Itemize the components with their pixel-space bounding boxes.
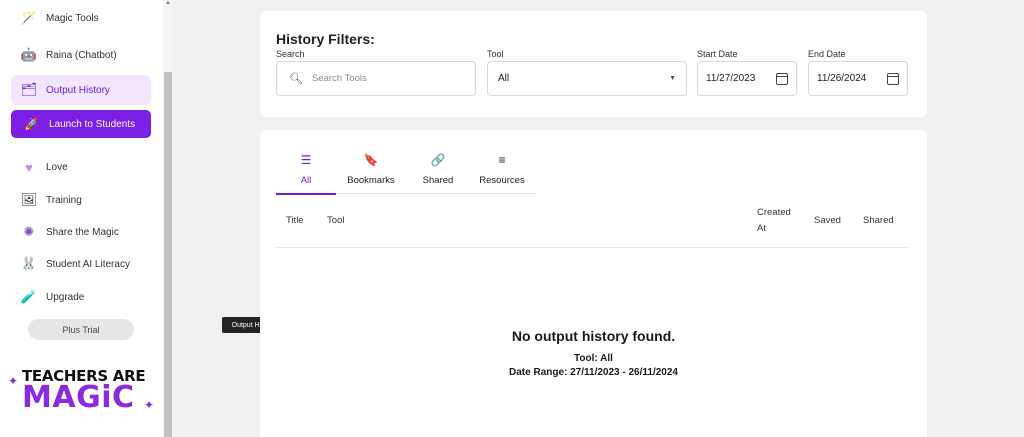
filters-title: History Filters: (276, 31, 375, 47)
list-icon: ☰ (300, 153, 312, 167)
wand-tools-icon: 🪄 (20, 10, 38, 25)
column-header-shared: Shared (863, 215, 894, 226)
chevron-down-icon: ▼ (669, 75, 676, 82)
bunny-icon: 🐰 (20, 256, 38, 271)
search-label: Search (276, 49, 305, 59)
column-header-title: Title (286, 215, 304, 226)
results-card: ☰ All 🔖 Bookmarks 🔗 Shared ≡ Resources T… (260, 130, 927, 437)
sidebar-item-training[interactable]: 🖼 Training (11, 185, 151, 215)
history-tabs: ☰ All 🔖 Bookmarks 🔗 Shared ≡ Resources (276, 152, 536, 195)
sidebar-item-label: Training (46, 194, 82, 206)
tab-label: Resources (479, 175, 525, 186)
sidebar-item-student-ai-literacy[interactable]: 🐰 Student AI Literacy (11, 249, 151, 279)
column-header-saved: Saved (814, 215, 841, 226)
tool-select-value: All (498, 73, 510, 84)
robot-icon: 🤖 (20, 47, 38, 62)
empty-state-tool: Tool: All (574, 353, 613, 364)
search-input[interactable] (311, 73, 462, 84)
sparkle-icon: ✦ (144, 398, 155, 412)
bookmark-icon: 🔖 (363, 153, 379, 167)
empty-state-title: No output history found. (511, 328, 676, 344)
potion-icon: 🧪 (20, 289, 38, 304)
scroll-up-arrow-icon[interactable]: ▲ (165, 0, 171, 6)
sidebar-item-output-history[interactable]: 🗂 Output History (11, 75, 151, 105)
search-field[interactable]: 🔍︎ (276, 61, 476, 96)
easel-icon: 🖼 (20, 192, 38, 207)
tab-resources[interactable]: ≡ Resources (476, 152, 528, 194)
sidebar-item-label: Magic Tools (46, 12, 99, 24)
history-filters-card: History Filters: Search 🔍︎ Tool All ▼ St… (260, 11, 927, 117)
tool-select[interactable]: All ▼ (487, 61, 687, 96)
sidebar-item-upgrade[interactable]: 🧪 Upgrade (11, 282, 151, 312)
end-date-label: End Date (808, 49, 846, 59)
tab-label: Shared (422, 175, 454, 186)
link-icon: 🔗 (430, 153, 446, 167)
calendar-icon[interactable] (776, 72, 788, 85)
start-date-value: 11/27/2023 (706, 73, 756, 84)
sidebar-item-love[interactable]: ♥ Love (11, 152, 151, 182)
sidebar: 🪄 Magic Tools 🤖 Raina (Chatbot) 🗂 Output… (0, 0, 163, 437)
tool-label: Tool (487, 49, 504, 59)
heart-icon: ♥ (25, 159, 33, 175)
search-icon: 🔍︎ (289, 73, 303, 85)
sidebar-item-label: Student AI Literacy (46, 258, 130, 270)
folder-history-icon: 🗂 (20, 82, 38, 97)
table-header-divider (276, 247, 909, 248)
calendar-icon[interactable] (887, 72, 899, 85)
teachers-are-magic-logo[interactable]: ✦ ✦ TEACHERS ARE MAGiC (8, 364, 158, 424)
plus-trial-badge[interactable]: Plus Trial (28, 319, 134, 340)
sparkle-icon: ✦ (8, 374, 19, 388)
end-date-value: 11/26/2024 (817, 73, 867, 84)
active-tab-indicator (276, 193, 336, 195)
column-header-tool: Tool (327, 215, 345, 226)
sidebar-item-raina[interactable]: 🤖 Raina (Chatbot) (11, 40, 151, 70)
tab-bookmarks[interactable]: 🔖 Bookmarks (342, 152, 400, 194)
end-date-field[interactable]: 11/26/2024 (808, 61, 908, 96)
empty-state-date-range: Date Range: 27/11/2023 - 26/11/2024 (508, 367, 678, 378)
logo-line-2: MAGiC (22, 380, 135, 415)
launch-label: Launch to Students (48, 118, 136, 130)
sidebar-item-label: Upgrade (46, 291, 85, 303)
sidebar-item-label: Share the Magic (46, 226, 119, 238)
tab-label: Bookmarks (347, 175, 395, 186)
rocket-icon: 🚀 (24, 117, 39, 131)
launch-to-students-button[interactable]: 🚀 Launch to Students (11, 110, 151, 138)
sidebar-item-label: Love (46, 161, 68, 173)
column-header-created: Created (757, 207, 791, 218)
column-header-created-at: At (757, 223, 766, 234)
sidebar-item-label: Raina (Chatbot) (46, 49, 117, 61)
tab-label: All (300, 175, 312, 186)
tab-shared[interactable]: 🔗 Shared (416, 152, 460, 194)
start-date-label: Start Date (697, 49, 738, 59)
sparkle-share-icon: ✺ (23, 224, 35, 239)
start-date-field[interactable]: 11/27/2023 (697, 61, 797, 96)
lines-icon: ≡ (498, 153, 506, 167)
sidebar-item-label: Output History (46, 84, 110, 96)
sidebar-item-share-the-magic[interactable]: ✺ Share the Magic (11, 217, 151, 247)
sidebar-item-magic-tools[interactable]: 🪄 Magic Tools (11, 3, 151, 33)
tab-all[interactable]: ☰ All (290, 152, 322, 194)
sidebar-scrollbar-thumb[interactable] (164, 72, 172, 437)
